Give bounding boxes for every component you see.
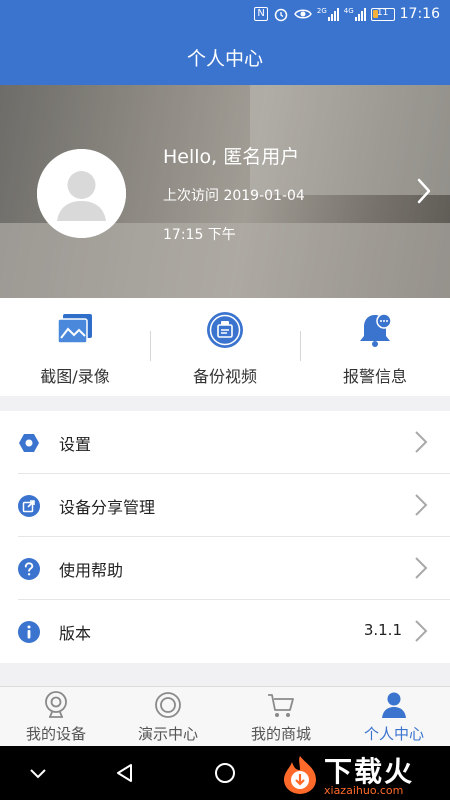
tab-my-devices[interactable]: 我的设备 [0, 687, 112, 747]
menu-item-version[interactable]: 版本 3.1.1 [0, 600, 450, 663]
tab-label: 我的设备 [25, 725, 86, 743]
watermark-url: xiazaihuo.com [324, 784, 404, 797]
help-icon [18, 558, 40, 580]
menu-item-label: 设置 [59, 435, 92, 454]
menu-item-settings[interactable]: 设置 [0, 411, 450, 474]
backup-video-icon [207, 312, 243, 348]
tab-personal-center[interactable]: 个人中心 [338, 687, 450, 747]
alarm-icon [274, 8, 288, 22]
person-icon [382, 692, 406, 718]
chevron-right-icon[interactable] [414, 177, 434, 205]
screenshot-video-icon [57, 314, 92, 344]
status-time: 17:16 [399, 6, 440, 22]
quick-actions: 截图/录像 备份视频 报警信息 [0, 298, 450, 396]
eye-icon [294, 9, 312, 19]
cart-icon [268, 694, 294, 717]
profile-banner[interactable]: Hello, 匿名用户 上次访问 2019-01-04 17:15 下午 [0, 85, 450, 298]
quick-action-alarm[interactable]: 报警信息 [300, 298, 450, 396]
camera-device-icon [45, 691, 67, 718]
signal-4g-icon: 4G [344, 7, 366, 21]
quick-action-backup[interactable]: 备份视频 [150, 298, 300, 396]
last-visit-date: 上次访问 2019-01-04 [163, 188, 305, 204]
menu-item-device-share[interactable]: 设备分享管理 [0, 474, 450, 537]
chevron-right-icon [415, 620, 428, 642]
home-icon[interactable] [213, 761, 237, 785]
nfc-icon: N [254, 7, 268, 21]
menu-list: 设置 设备分享管理 使用帮助 版本 3.1.1 [0, 411, 450, 663]
tab-demo-center[interactable]: 演示中心 [112, 687, 224, 747]
info-icon [18, 621, 40, 643]
quick-action-screenshot[interactable]: 截图/录像 [0, 298, 150, 396]
battery-icon: 11 [370, 7, 395, 21]
chevron-right-icon [415, 557, 428, 579]
menu-item-help[interactable]: 使用帮助 [0, 537, 450, 600]
status-bar: N 2G 4G 11 17:16 [0, 0, 450, 30]
watermark-logo: 下载火 xiazaihuo.com [262, 750, 442, 798]
tab-label: 我的商城 [250, 725, 311, 743]
page-title: 个人中心 [186, 48, 263, 70]
version-value: 3.1.1 [363, 621, 402, 639]
quick-action-label: 报警信息 [342, 367, 407, 386]
back-icon[interactable] [113, 761, 137, 785]
chevron-right-icon [415, 431, 428, 453]
lens-icon [155, 692, 181, 718]
menu-item-label: 使用帮助 [59, 561, 124, 580]
avatar[interactable] [37, 149, 126, 238]
system-nav-bar: 下载火 xiazaihuo.com [0, 746, 450, 800]
bottom-tab-bar: 我的设备 演示中心 我的商城 个人中心 [0, 686, 450, 746]
quick-action-label: 备份视频 [192, 367, 257, 386]
tab-label: 个人中心 [363, 725, 424, 743]
menu-item-label: 设备分享管理 [59, 498, 156, 517]
share-icon [18, 495, 40, 517]
collapse-icon[interactable] [26, 761, 50, 785]
tab-my-mall[interactable]: 我的商城 [225, 687, 337, 747]
alarm-bell-icon [360, 313, 392, 347]
title-bar: 个人中心 [0, 30, 450, 85]
tab-label: 演示中心 [137, 725, 198, 743]
download-fire-icon [284, 756, 316, 794]
greeting: Hello, 匿名用户 [163, 146, 300, 168]
default-avatar-icon [37, 149, 126, 238]
battery-level: 11 [376, 7, 389, 18]
last-visit-time: 17:15 下午 [163, 227, 236, 243]
chevron-right-icon [415, 494, 428, 516]
settings-hex-icon [19, 434, 39, 452]
menu-item-label: 版本 [59, 624, 92, 643]
status-icons: N 2G 4G 11 17:16 [254, 6, 440, 22]
quick-action-label: 截图/录像 [40, 367, 110, 386]
signal-2g-icon: 2G [317, 7, 339, 21]
